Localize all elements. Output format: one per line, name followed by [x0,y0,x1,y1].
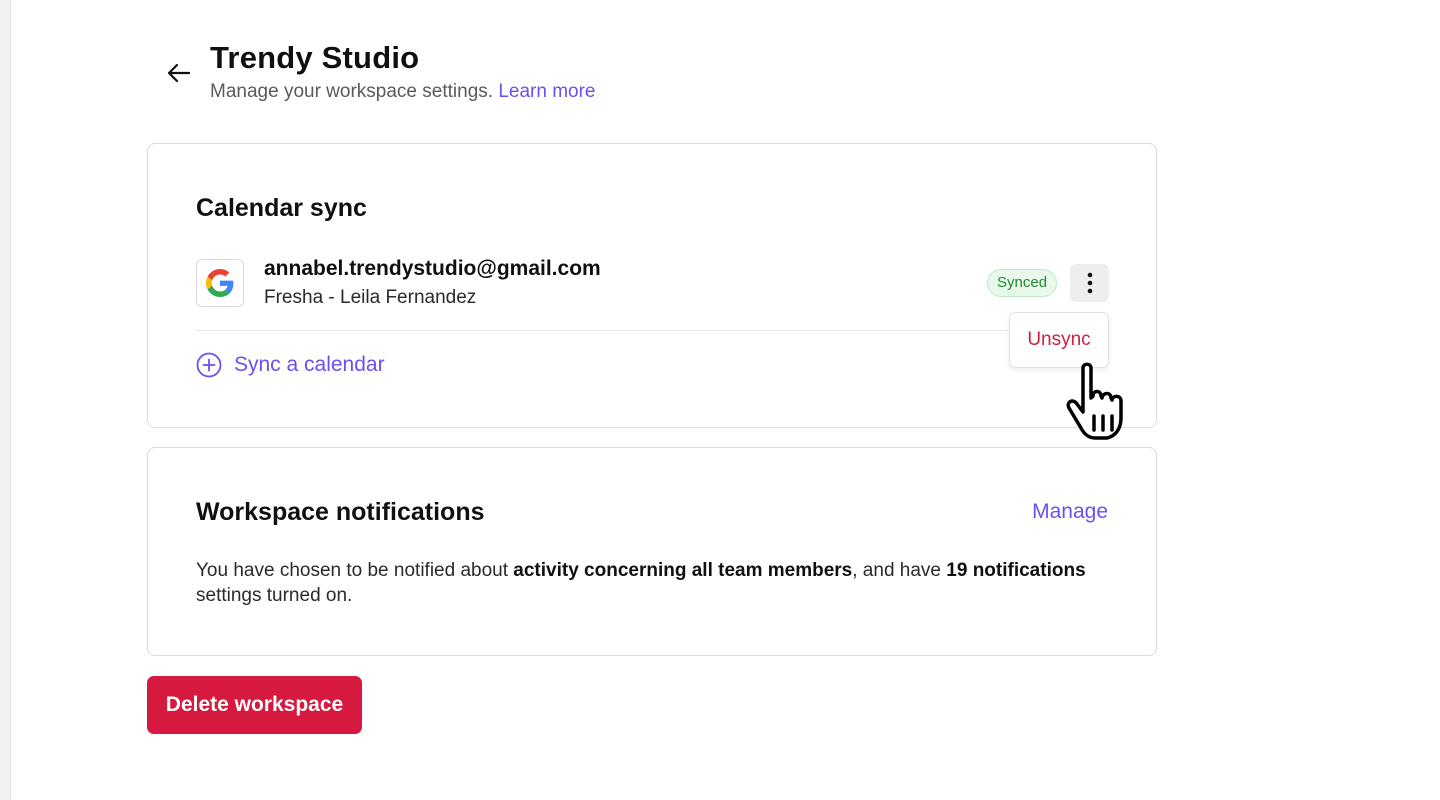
page-title: Trendy Studio [210,40,420,75]
arrow-left-icon [167,63,191,83]
calendar-sync-card: Calendar sync annabel.trendystudio@gmail… [147,143,1157,428]
page-subtitle-text: Manage your workspace settings. [210,81,494,102]
notif-text-3: settings turned on. [196,585,353,606]
account-name: Fresha - Leila Fernandez [264,287,477,308]
google-icon [206,269,234,297]
delete-workspace-button[interactable]: Delete workspace [147,676,362,734]
more-options-button[interactable] [1070,264,1109,302]
notif-bold-1: activity concerning all team members [513,560,853,581]
plus-circle-icon [196,352,222,378]
notif-bold-2: 19 notifications [946,560,1086,581]
notifications-description: You have chosen to be notified about act… [196,558,1116,608]
options-dropdown-menu: Unsync [1009,312,1109,368]
account-email: annabel.trendystudio@gmail.com [264,257,601,280]
notif-text-2: , and have [852,560,947,581]
google-logo [196,259,244,307]
unsync-menu-item[interactable]: Unsync [1010,313,1108,367]
sync-calendar-label: Sync a calendar [234,353,385,376]
status-badge: Synced [987,269,1058,297]
notif-text-1: You have chosen to be notified about [196,560,514,581]
manage-notifications-link[interactable]: Manage [1032,500,1108,524]
divider [196,330,1109,331]
page-subtitle: Manage your workspace settings. Learn mo… [210,81,596,103]
learn-more-link[interactable]: Learn more [498,81,595,102]
workspace-notifications-title: Workspace notifications [196,498,485,526]
more-vertical-icon [1087,272,1092,294]
workspace-notifications-card: Workspace notifications Manage You have … [147,447,1157,656]
calendar-sync-title: Calendar sync [196,194,367,222]
back-button[interactable] [161,56,197,90]
sync-calendar-button[interactable]: Sync a calendar [196,350,385,380]
workspace-settings-page: Trendy Studio Manage your workspace sett… [10,0,1440,800]
